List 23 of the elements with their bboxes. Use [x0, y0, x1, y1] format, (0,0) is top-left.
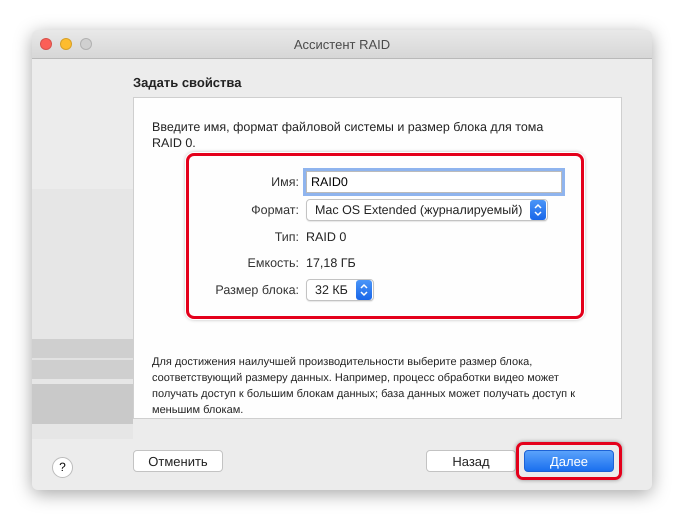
name-field[interactable]: RAID0: [306, 171, 562, 193]
close-icon[interactable]: [40, 38, 52, 50]
dialog-button[interactable]: Назад: [426, 450, 516, 472]
zoom-icon[interactable]: [80, 38, 92, 50]
stepper-icon: [356, 280, 372, 300]
window-title: Ассистент RAID: [294, 36, 390, 52]
dialog-button[interactable]: Отменить: [133, 450, 223, 472]
field-label: Емкость:: [246, 256, 299, 270]
step-title: Задать свойства: [133, 75, 242, 90]
field-label: Формат:: [250, 203, 299, 217]
popup-button[interactable]: Mac OS Extended (журналируемый): [306, 199, 548, 221]
field-label: Размер блока:: [214, 283, 299, 297]
field-label: Имя:: [270, 175, 299, 189]
intro-text: Введите имя, формат файловой системы и размер блока для тома RAID 0.: [152, 119, 544, 151]
help-button[interactable]: ?: [52, 457, 73, 478]
minimize-icon[interactable]: [60, 38, 72, 50]
field-value: RAID 0: [306, 229, 348, 246]
field-label: Тип:: [274, 230, 299, 244]
field-value: 17,18 ГБ: [306, 255, 357, 272]
next-button[interactable]: Далее: [524, 450, 614, 472]
stepper-icon: [530, 200, 546, 220]
popup-button[interactable]: 32 КБ: [306, 279, 374, 301]
note-text: Для достижения наилучшей производительности выберите размер блока, соответствующий размеру данных. Например, процесс обработки видео может получать доступ к большим блокам данных; база данных может получать доступ к меньшим блокам.: [152, 355, 576, 418]
